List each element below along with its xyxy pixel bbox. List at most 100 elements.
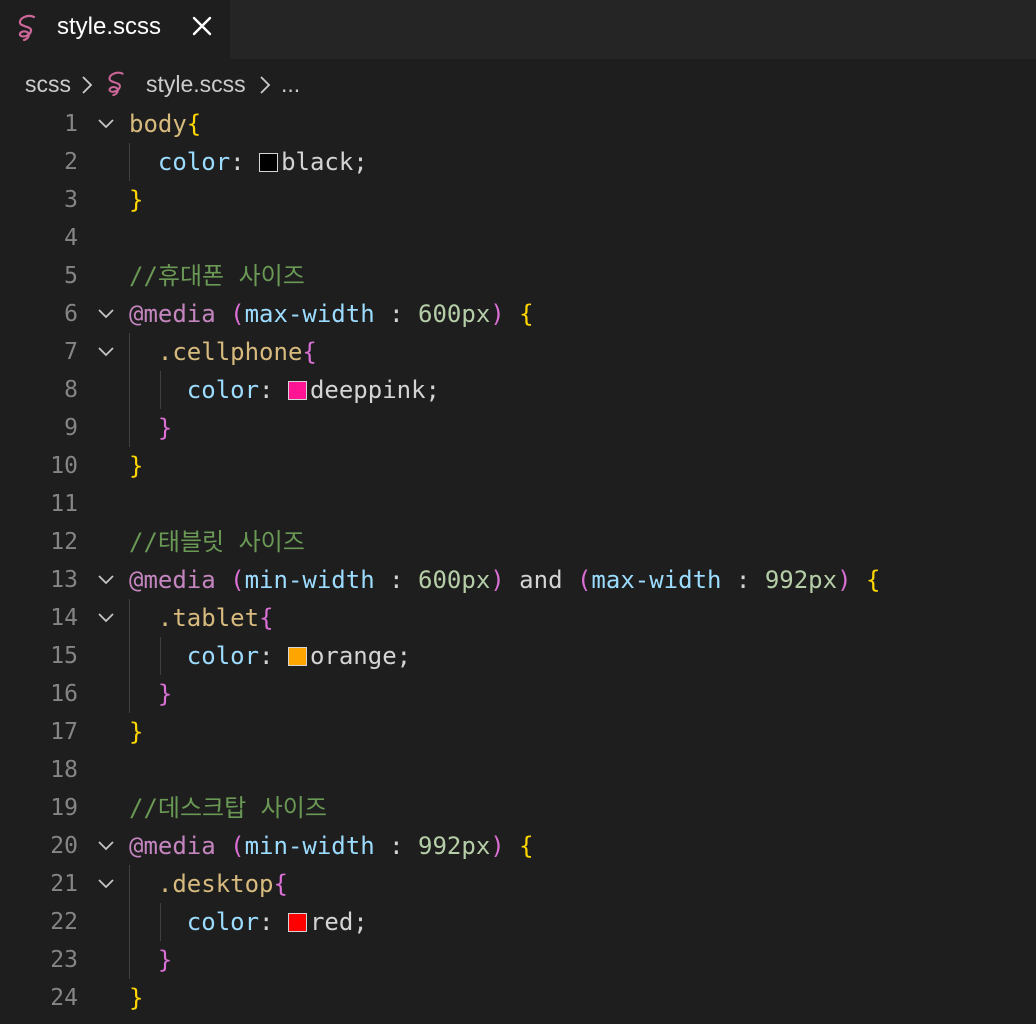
comment-token: //태블릿 사이즈 — [129, 528, 305, 556]
code-line[interactable]: 1 body{ — [0, 105, 1036, 143]
line-number: 4 — [64, 225, 78, 251]
code-line[interactable]: 18 — [0, 751, 1036, 789]
code-line[interactable]: 22 color: red; — [0, 903, 1036, 941]
code-token: { — [273, 870, 288, 898]
code-text: @media (min-width : 992px) { — [129, 827, 534, 865]
tab-style-scss[interactable]: style.scss — [0, 0, 230, 59]
chevron-down-icon[interactable] — [96, 610, 116, 626]
chevron-down-icon[interactable] — [96, 876, 116, 892]
line-number: 16 — [50, 681, 78, 707]
code-token: : — [721, 566, 765, 594]
chevron-down-icon[interactable] — [96, 116, 116, 132]
tab-bar: style.scss — [0, 0, 1036, 59]
line-number: 12 — [50, 529, 78, 555]
chevron-down-icon[interactable] — [96, 572, 116, 588]
code-text: //휴대폰 사이즈 — [129, 257, 305, 295]
code-line[interactable]: 9 } — [0, 409, 1036, 447]
chevron-down-icon[interactable] — [96, 838, 116, 854]
code-line[interactable]: 10} — [0, 447, 1036, 485]
line-number: 18 — [50, 757, 78, 783]
code-token: color — [157, 148, 231, 176]
code-line[interactable]: 17} — [0, 713, 1036, 751]
code-token: 600px — [418, 300, 491, 328]
code-token: @media — [129, 300, 216, 328]
code-line[interactable]: 7 .cellphone{ — [0, 333, 1036, 371]
close-icon[interactable] — [188, 12, 216, 40]
line-number: 1 — [64, 111, 78, 137]
code-token: } — [129, 186, 144, 214]
line-number: 22 — [50, 909, 78, 935]
code-line[interactable]: 11 — [0, 485, 1036, 523]
code-token: @media — [129, 566, 216, 594]
color-swatch[interactable] — [287, 647, 307, 666]
code-line[interactable]: 6 @media (max-width : 600px) { — [0, 295, 1036, 333]
code-line[interactable]: 23 } — [0, 941, 1036, 979]
code-line[interactable]: 20 @media (min-width : 992px) { — [0, 827, 1036, 865]
line-number: 13 — [50, 567, 78, 593]
chevron-right-icon — [260, 76, 271, 94]
code-token: } — [157, 414, 173, 442]
breadcrumb-more[interactable]: ... — [281, 71, 300, 98]
breadcrumb: scss style.scss ... — [0, 59, 1036, 109]
code-line[interactable]: 14 .tablet{ — [0, 599, 1036, 637]
code-token: ( — [576, 566, 592, 594]
color-swatch[interactable] — [259, 153, 279, 172]
line-number: 23 — [50, 947, 78, 973]
code-line[interactable]: 24} — [0, 979, 1036, 1017]
code-text: color: red; — [129, 903, 368, 941]
code-token: } — [157, 946, 173, 974]
line-number: 2 — [64, 149, 78, 175]
line-number: 17 — [50, 719, 78, 745]
code-line[interactable]: 16 } — [0, 675, 1036, 713]
code-line[interactable]: 2 color: black; — [0, 143, 1036, 181]
code-text: .tablet{ — [129, 599, 274, 637]
code-text: color: black; — [129, 143, 368, 181]
chevron-down-icon[interactable] — [96, 306, 116, 322]
line-number: 15 — [50, 643, 78, 669]
code-token: { — [302, 338, 317, 366]
code-token: ( — [230, 300, 245, 328]
code-token: .tablet — [157, 604, 260, 632]
breadcrumb-folder[interactable]: scss — [25, 71, 71, 98]
breadcrumb-file[interactable]: style.scss — [146, 71, 246, 98]
color-swatch[interactable] — [287, 913, 307, 932]
code-token: } — [129, 984, 144, 1012]
code-line[interactable]: 12 //태블릿 사이즈 — [0, 523, 1036, 561]
color-swatch[interactable] — [287, 381, 307, 400]
code-text: } — [129, 409, 172, 447]
code-text: } — [129, 675, 172, 713]
chevron-down-icon[interactable] — [96, 344, 116, 360]
code-line[interactable]: 8 color: deeppink; — [0, 371, 1036, 409]
sass-icon — [108, 71, 124, 97]
code-token: color — [186, 908, 260, 936]
code-line[interactable]: 5 //휴대폰 사이즈 — [0, 257, 1036, 295]
code-token: max-width — [591, 566, 722, 594]
code-line[interactable]: 15 color: orange; — [0, 637, 1036, 675]
code-line[interactable]: 21 .desktop{ — [0, 865, 1036, 903]
chevron-right-icon — [82, 76, 93, 94]
code-token: ) — [837, 566, 852, 594]
code-token: 600px — [418, 566, 491, 594]
code-token: body — [129, 110, 187, 138]
line-number: 8 — [64, 377, 78, 403]
code-line[interactable]: 13 @media (min-width : 600px) and (max-wi… — [0, 561, 1036, 599]
line-number: 14 — [50, 605, 78, 631]
code-line[interactable]: 19 //데스크탑 사이즈 — [0, 789, 1036, 827]
code-line[interactable]: 4 — [0, 219, 1036, 257]
line-number: 24 — [50, 985, 78, 1011]
code-line[interactable]: 3} — [0, 181, 1036, 219]
code-text: } — [129, 447, 143, 485]
line-number: 21 — [50, 871, 78, 897]
code-token: @media — [129, 832, 216, 860]
line-number: 6 — [64, 301, 78, 327]
